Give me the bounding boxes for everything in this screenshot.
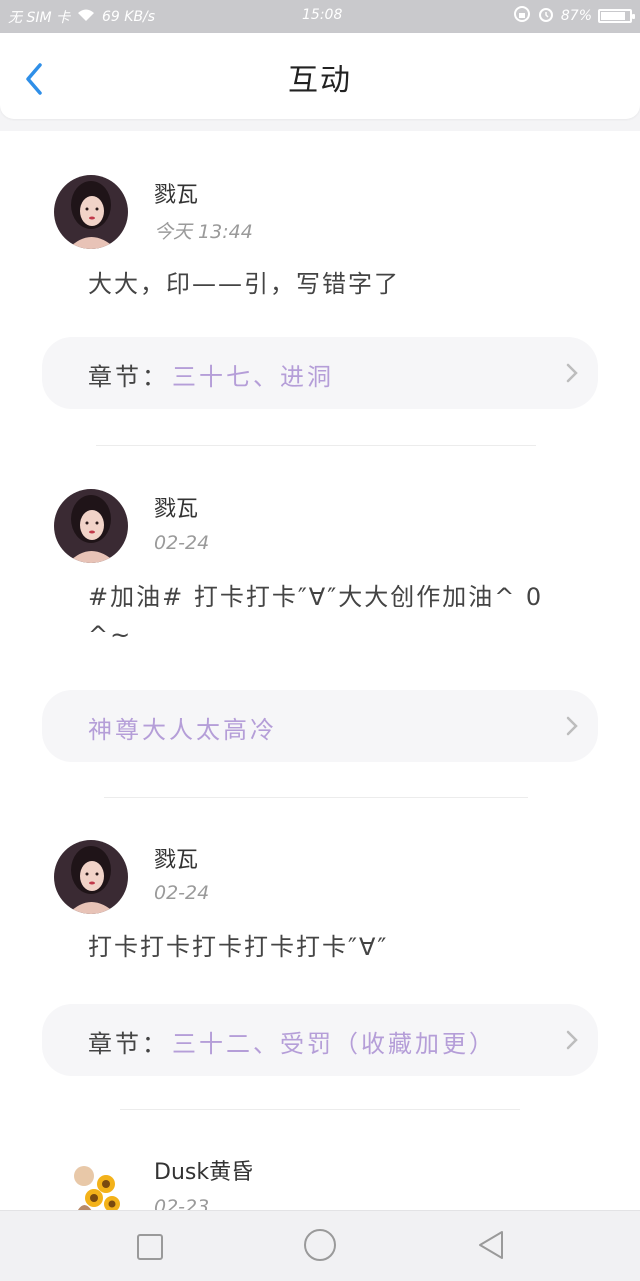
network-speed: 69 KB/s bbox=[102, 9, 156, 25]
comment-date: 02-24 bbox=[154, 882, 210, 904]
comment-item: 戮瓦 今天 13:44 大大，印——引，写错字了 章节： 三十七、进洞 bbox=[0, 131, 640, 446]
status-right: 87% bbox=[513, 5, 635, 27]
avatar-image bbox=[54, 840, 128, 914]
status-bar: 无 SIM 卡 69 KB/s 15:08 87% bbox=[0, 0, 640, 33]
comment-item: 戮瓦 02-24 #加油# 打卡打卡″∀″大大创作加油^ 0 ^~ 神尊大人太高… bbox=[0, 446, 640, 798]
status-left: 无 SIM 卡 69 KB/s bbox=[8, 7, 155, 27]
carrier-text: 无 SIM 卡 bbox=[8, 10, 70, 26]
comment-date: 02-23 bbox=[154, 1196, 210, 1210]
system-nav-bar bbox=[0, 1210, 640, 1281]
avatar[interactable] bbox=[54, 175, 128, 249]
chip-label: 章节： bbox=[88, 363, 169, 391]
comment-text: 打卡打卡打卡打卡打卡″∀″ bbox=[88, 933, 389, 961]
chapter-link[interactable]: 章节： 三十七、进洞 bbox=[42, 337, 598, 409]
comment-text: #加油# 打卡打卡″∀″大大创作加油^ 0 ^~ bbox=[88, 583, 544, 649]
alarm-icon bbox=[537, 5, 555, 27]
chip-value: 三十二、受罚（收藏加更） bbox=[172, 1030, 496, 1058]
chevron-right-icon bbox=[566, 716, 578, 736]
avatar[interactable] bbox=[54, 840, 128, 914]
battery-icon bbox=[598, 9, 635, 23]
chevron-right-icon bbox=[566, 1030, 578, 1050]
header: 互动 bbox=[0, 33, 640, 119]
battery-level bbox=[601, 12, 626, 20]
square-icon bbox=[137, 1234, 163, 1260]
user-name[interactable]: Dusk黄昏 bbox=[154, 1154, 253, 1186]
wifi-icon bbox=[76, 8, 96, 26]
comment-list: 戮瓦 今天 13:44 大大，印——引，写错字了 章节： 三十七、进洞 戮瓦 0… bbox=[0, 131, 640, 1210]
avatar-image bbox=[54, 175, 128, 249]
back-nav-button[interactable] bbox=[476, 1229, 506, 1265]
circle-icon bbox=[304, 1229, 336, 1261]
comment-date: 02-24 bbox=[154, 532, 210, 554]
triangle-back-icon bbox=[479, 1231, 503, 1259]
recents-button[interactable] bbox=[136, 1233, 164, 1265]
chapter-link[interactable]: 章节： 三十二、受罚（收藏加更） bbox=[42, 1004, 598, 1076]
chip-label: 章节： bbox=[88, 1030, 169, 1058]
chevron-right-icon bbox=[566, 363, 578, 383]
user-name[interactable]: 戮瓦 bbox=[154, 491, 198, 523]
status-time: 15:08 bbox=[302, 7, 343, 23]
avatar[interactable] bbox=[54, 489, 128, 563]
comment-item: Dusk黄昏 02-23 bbox=[0, 1110, 640, 1210]
user-name[interactable]: 戮瓦 bbox=[154, 842, 198, 874]
comment-text: 大大，印——引，写错字了 bbox=[88, 270, 400, 298]
comment-date: 今天 13:44 bbox=[154, 221, 253, 243]
work-link[interactable]: 神尊大人太高冷 bbox=[42, 690, 598, 762]
user-name[interactable]: 戮瓦 bbox=[154, 177, 198, 209]
avatar-image bbox=[54, 1150, 128, 1210]
avatar[interactable] bbox=[54, 1150, 128, 1210]
comment-item: 戮瓦 02-24 打卡打卡打卡打卡打卡″∀″ 章节： 三十二、受罚（收藏加更） bbox=[0, 798, 640, 1110]
chip-value: 三十七、进洞 bbox=[172, 363, 334, 391]
rotation-lock-icon bbox=[513, 5, 531, 27]
avatar-image bbox=[54, 489, 128, 563]
chip-value: 神尊大人太高冷 bbox=[88, 716, 277, 744]
home-button[interactable] bbox=[302, 1227, 338, 1267]
page-title: 互动 bbox=[288, 63, 352, 98]
battery-percent: 87% bbox=[560, 8, 592, 24]
